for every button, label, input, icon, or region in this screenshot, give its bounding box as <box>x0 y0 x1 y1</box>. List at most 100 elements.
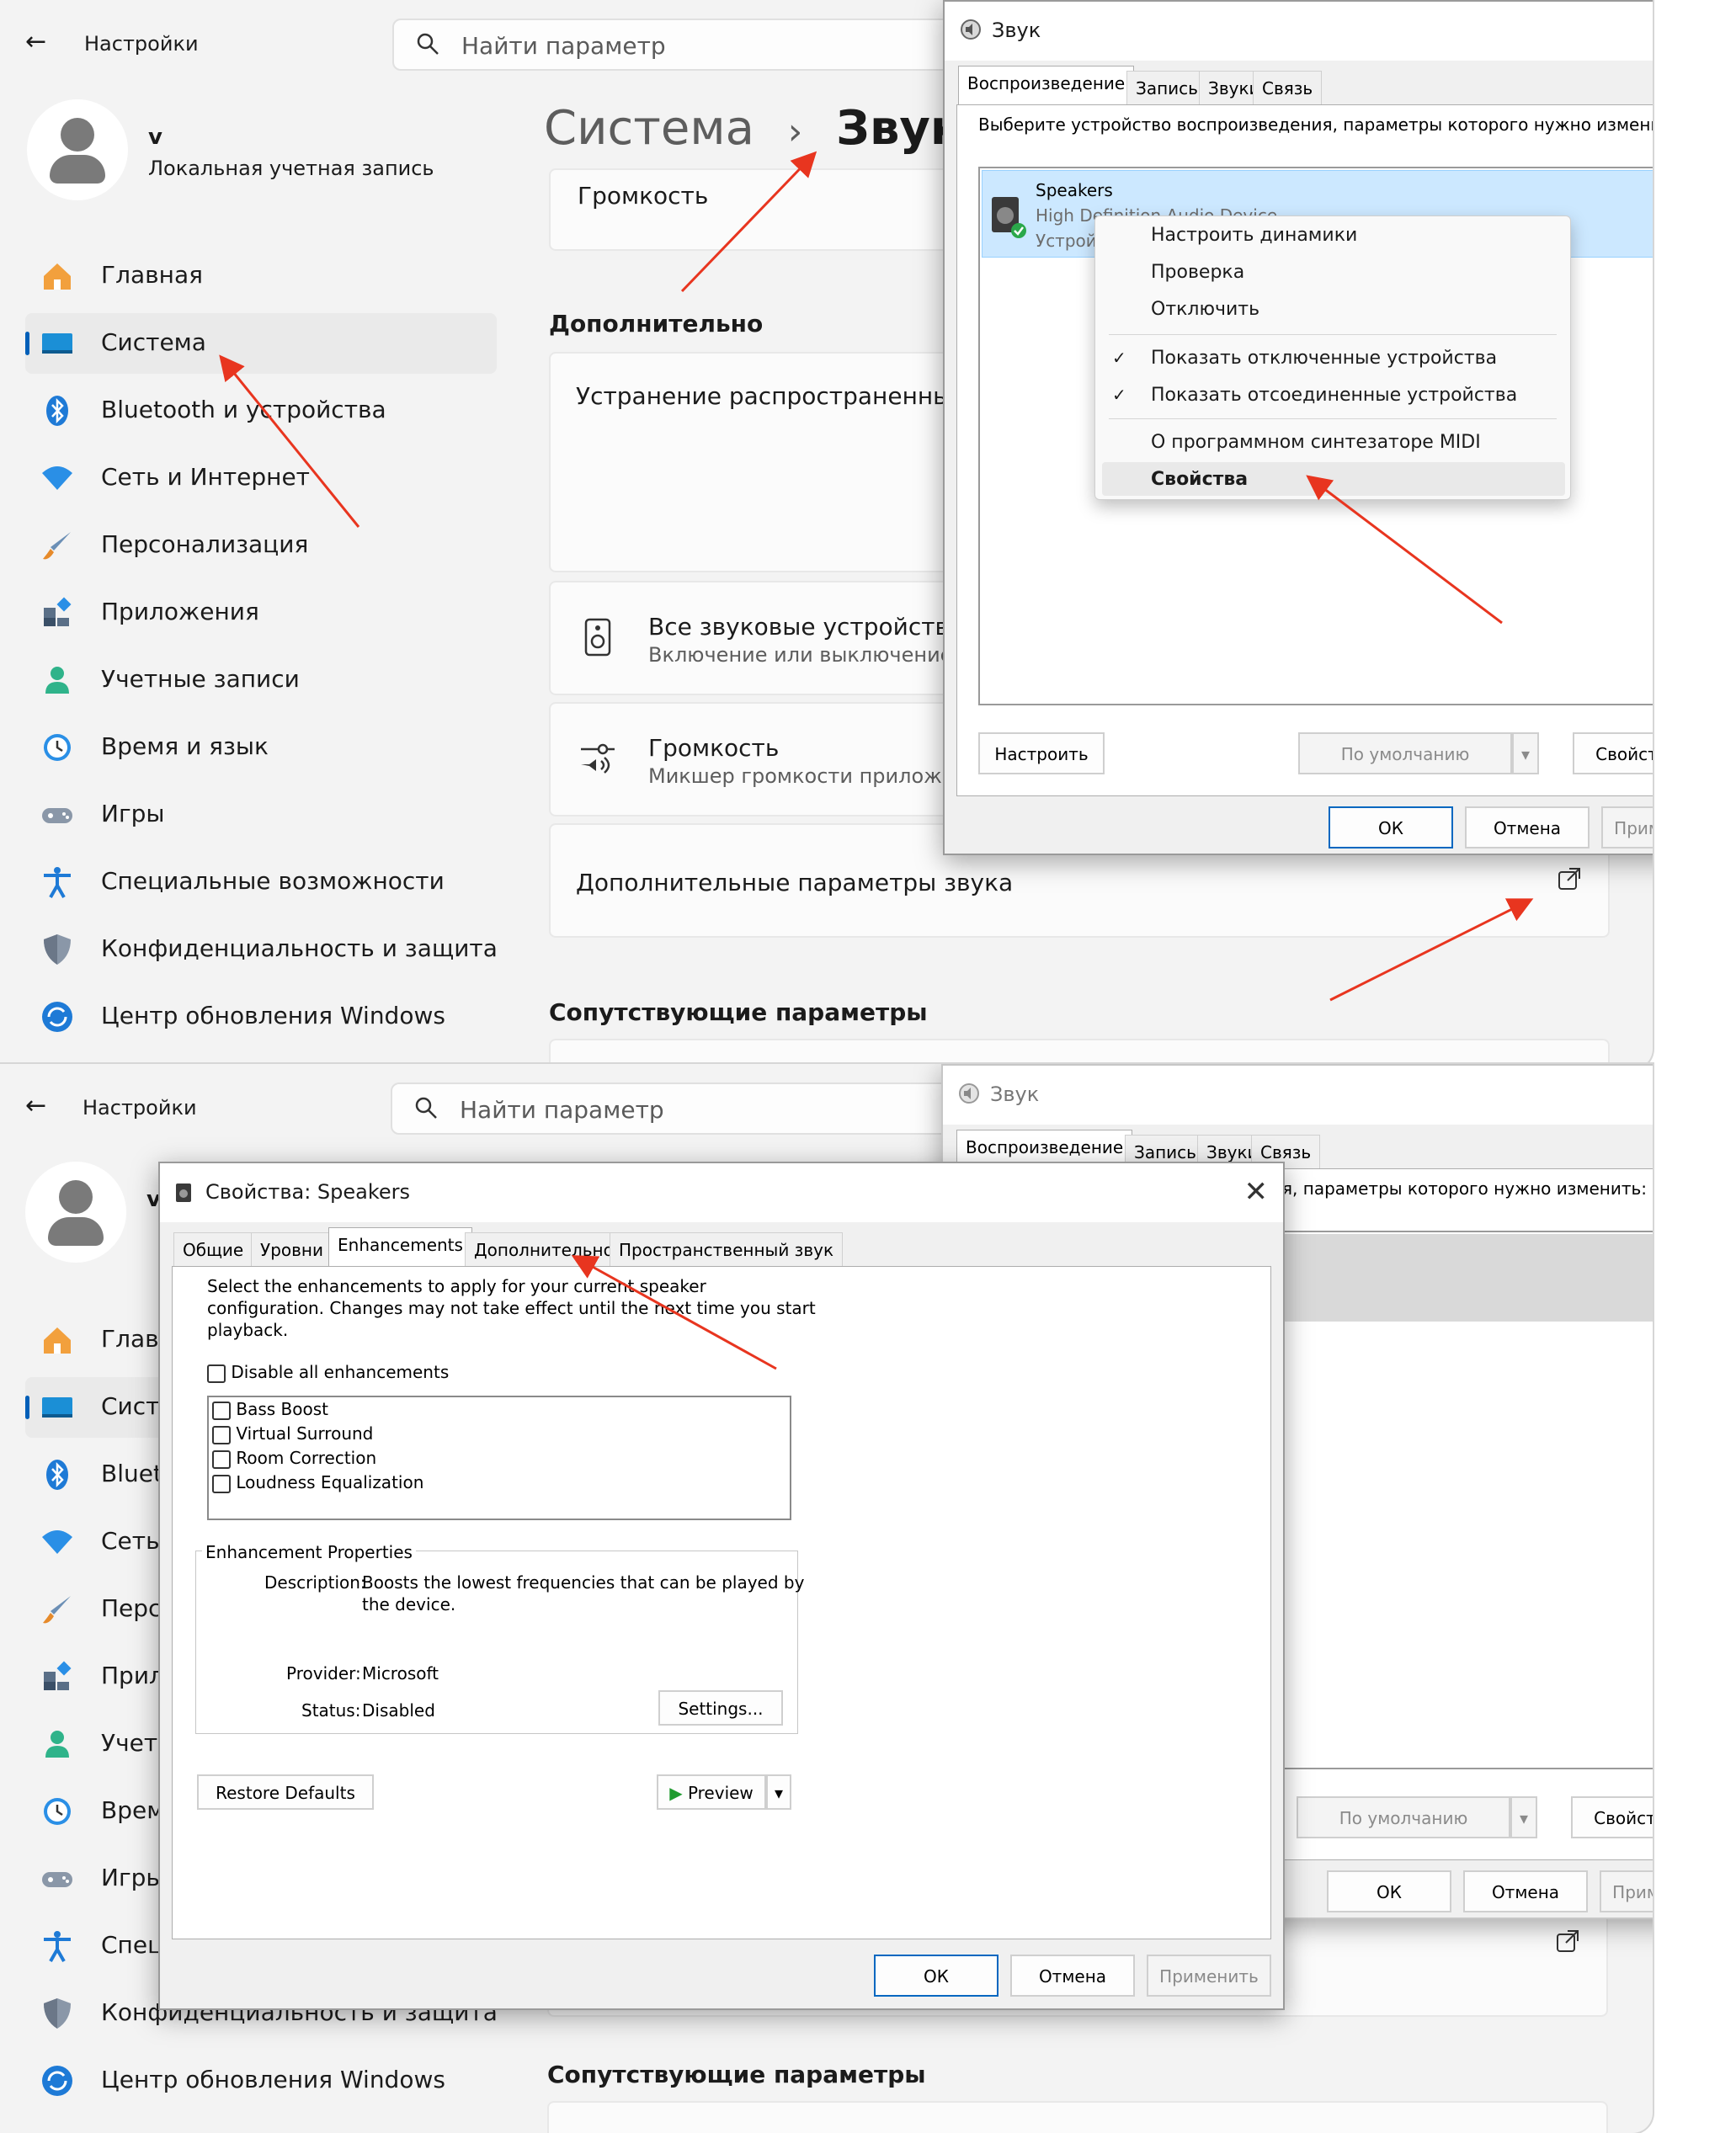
system-icon <box>42 1397 72 1418</box>
cancel-button[interactable]: Отмена <box>1465 806 1590 848</box>
preview-button[interactable]: ▶ Preview <box>657 1774 766 1810</box>
device-name: Speakers <box>1036 180 1113 200</box>
search-input[interactable]: Найти параметр <box>461 32 666 60</box>
check-icon: ✓ <box>1112 348 1126 368</box>
sidebar-item-system[interactable]: Система <box>25 313 497 374</box>
breadcrumb-parent[interactable]: Система <box>544 101 754 156</box>
accessibility-icon <box>44 867 71 898</box>
app-title: Настройки <box>84 32 199 56</box>
account-icon <box>45 1731 69 1758</box>
sidebar-item-update[interactable]: Центр обновления Windows <box>25 987 497 1047</box>
cancel-button[interactable]: Отмена <box>1463 1870 1588 1912</box>
tab-levels[interactable]: Уровни <box>251 1232 333 1266</box>
tab-recording[interactable]: Запись <box>1126 71 1207 104</box>
speaker-device-icon <box>992 197 1026 238</box>
search-icon <box>415 1097 437 1119</box>
playback-instruction: Выберите устройство воспроизведения, пар… <box>978 114 1653 135</box>
open-external-icon[interactable] <box>1556 1929 1579 1953</box>
tab-playback[interactable]: Воспроизведение <box>958 66 1135 104</box>
speaker-title-icon <box>176 1184 191 1202</box>
set-default-button[interactable]: По умолчанию <box>1298 732 1512 774</box>
app-title: Настройки <box>83 1096 197 1120</box>
device-properties-button[interactable]: Свойства <box>1573 732 1653 774</box>
apply-button[interactable]: Применить <box>1147 1955 1271 1997</box>
status-label: Status: <box>301 1700 361 1721</box>
back-button[interactable]: ← <box>25 1091 46 1120</box>
tab-enhancements[interactable]: Enhancements <box>328 1227 472 1266</box>
checkbox-box <box>212 1449 231 1469</box>
menu-item-properties[interactable]: Свойства <box>1151 469 1248 490</box>
tab-communications[interactable]: Связь <box>1253 71 1323 104</box>
back-button[interactable]: ← <box>25 27 46 56</box>
sound-icon <box>959 1083 979 1104</box>
checkbox-box <box>212 1425 231 1444</box>
tab-spatial-sound[interactable]: Пространственный звук <box>610 1232 844 1266</box>
set-default-dropdown[interactable]: ▾ <box>1510 1796 1537 1838</box>
menu-item-disable[interactable]: Отключить <box>1151 299 1259 320</box>
checkbox-box <box>212 1474 231 1493</box>
sidebar-item-bluetooth[interactable]: Bluetooth и устройства <box>25 380 497 441</box>
enhancement-settings-button[interactable]: Settings... <box>658 1690 783 1726</box>
sidebar-item-privacy[interactable]: Конфиденциальность и защита <box>25 919 498 980</box>
clock-icon <box>44 734 71 761</box>
section-related: Сопутствующие параметры <box>549 998 928 1026</box>
restore-defaults-button[interactable]: Restore Defaults <box>197 1774 374 1810</box>
menu-item-show-disconnected[interactable]: Показать отсоединенные устройства <box>1151 385 1517 406</box>
properties-title: Свойства: Speakers <box>205 1180 411 1204</box>
troubleshoot-title: Устранение распространенных пр <box>576 382 1004 410</box>
ok-button[interactable]: ОК <box>1329 806 1453 848</box>
sidebar-item-accounts[interactable]: Учетные записи <box>25 650 497 710</box>
mixer-icon <box>581 743 615 774</box>
sidebar-item-apps[interactable]: Приложения <box>25 582 497 643</box>
ok-button[interactable]: ОК <box>1327 1870 1451 1912</box>
enhancements-intro-2: configuration. Changes may not take effe… <box>207 1298 816 1318</box>
play-icon: ▶ <box>669 1783 683 1803</box>
loudness-equalization-checkbox[interactable]: Loudness Equalization <box>212 1472 423 1493</box>
sidebar-item-personalization[interactable]: Персонализация <box>25 515 497 576</box>
menu-item-midi[interactable]: О программном синтезаторе MIDI <box>1151 432 1481 453</box>
brush-icon <box>43 532 71 560</box>
sidebar-item-network[interactable]: Сеть и Интернет <box>25 448 497 508</box>
sidebar-item-gaming[interactable]: Игры <box>25 785 497 845</box>
set-default-button[interactable]: По умолчанию <box>1297 1796 1510 1838</box>
apply-button[interactable]: Применить <box>1601 806 1653 848</box>
disable-all-checkbox[interactable]: Disable all enhancements <box>207 1362 449 1383</box>
sidebar-item-home[interactable]: Главная <box>25 246 497 306</box>
status-value: Disabled <box>362 1700 435 1721</box>
open-external-icon[interactable] <box>1558 867 1581 891</box>
system-icon <box>42 333 72 354</box>
mixer-title: Громкость <box>648 734 780 762</box>
shield-icon <box>44 1998 71 2029</box>
related-card[interactable] <box>547 2101 1608 2133</box>
enhancements-intro-3: playback. <box>207 1320 289 1340</box>
apps-icon <box>44 597 72 626</box>
preview-dropdown[interactable]: ▾ <box>766 1774 791 1810</box>
checkbox-box <box>207 1364 226 1383</box>
configure-button[interactable]: Настроить <box>978 732 1105 774</box>
device-properties-button[interactable]: Свойства <box>1571 1796 1653 1838</box>
bass-boost-checkbox[interactable]: Bass Boost <box>212 1399 328 1420</box>
sound-tabs: Воспроизведение Запись Звуки Связь <box>958 66 1653 104</box>
menu-item-configure-speakers[interactable]: Настроить динамики <box>1151 225 1357 246</box>
brush-icon <box>43 1596 71 1624</box>
set-default-dropdown[interactable]: ▾ <box>1512 732 1539 774</box>
properties-tabs: Общие Уровни Enhancements Дополнительно … <box>173 1227 1268 1266</box>
description-value-1: Boosts the lowest frequencies that can b… <box>362 1572 805 1593</box>
virtual-surround-checkbox[interactable]: Virtual Surround <box>212 1423 373 1444</box>
room-correction-checkbox[interactable]: Room Correction <box>212 1448 376 1469</box>
cancel-button[interactable]: Отмена <box>1010 1955 1135 1997</box>
menu-item-show-disabled[interactable]: Показать отключенные устройства <box>1151 348 1497 369</box>
search-input[interactable]: Найти параметр <box>460 1096 664 1124</box>
description-label: Description: <box>264 1572 366 1593</box>
sidebar-item-time[interactable]: Время и язык <box>25 717 497 778</box>
tab-general[interactable]: Общие <box>173 1232 253 1266</box>
tab-advanced[interactable]: Дополнительно <box>465 1232 623 1266</box>
checkbox-box <box>212 1401 231 1420</box>
sidebar-item-update[interactable]: Центр обновления Windows <box>25 2051 497 2111</box>
ok-button[interactable]: ОК <box>874 1955 998 1997</box>
account-type: Локальная учетная запись <box>148 157 434 180</box>
apply-button[interactable]: Применить <box>1600 1870 1653 1912</box>
sidebar-item-accessibility[interactable]: Специальные возможности <box>25 852 497 912</box>
menu-item-test[interactable]: Проверка <box>1151 262 1244 283</box>
close-icon[interactable]: ✕ <box>1244 1175 1269 1209</box>
